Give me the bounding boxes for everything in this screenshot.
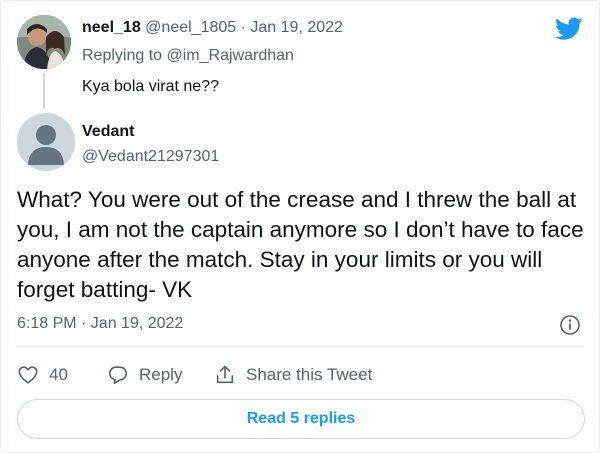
replying-to-handle[interactable]: @im_Rajwardhan [167,47,294,64]
reply-button[interactable]: Reply [107,361,182,389]
parent-author-handle[interactable]: @neel_1805 [145,19,236,36]
parent-tweet-header: neel_18 @neel_1805 · Jan 19, 2022 [82,19,343,37]
like-button[interactable]: 40 [17,361,68,389]
replying-to-line: Replying to @im_Rajwardhan [82,47,294,65]
share-label: Share this Tweet [246,365,373,384]
reply-bubble-icon [108,366,128,385]
info-icon[interactable] [559,314,581,336]
parent-author-name[interactable]: neel_18 [82,19,141,36]
parent-tweet-text: Kya bola virat ne?? [82,78,219,95]
tweet-embed-card: neel_18 @neel_1805 · Jan 19, 2022 Replyi… [0,0,600,453]
share-button[interactable]: Share this Tweet [214,361,372,389]
read-replies-button[interactable]: Read 5 replies [17,399,585,439]
parent-tweet-date[interactable]: Jan 19, 2022 [250,19,343,36]
reply-label: Reply [139,365,183,384]
header-separator: · [240,19,246,36]
share-icon [216,365,234,384]
twitter-bird-icon[interactable] [555,17,583,41]
read-replies-label: Read 5 replies [246,410,356,427]
actions-divider [17,346,583,347]
like-count: 40 [49,365,68,384]
main-author-name[interactable]: Vedant [82,123,134,141]
neel-avatar[interactable] [17,15,71,69]
thread-connector-line [43,73,45,109]
main-author-handle[interactable]: @Vedant21297301 [82,148,219,166]
heart-icon [18,366,38,384]
default-profile-icon[interactable] [17,113,75,171]
main-tweet-text: What? You were out of the crease and I t… [17,187,584,302]
tweet-timestamp[interactable]: 6:18 PM · Jan 19, 2022 [17,315,183,333]
replying-to-label: Replying to [82,47,163,64]
